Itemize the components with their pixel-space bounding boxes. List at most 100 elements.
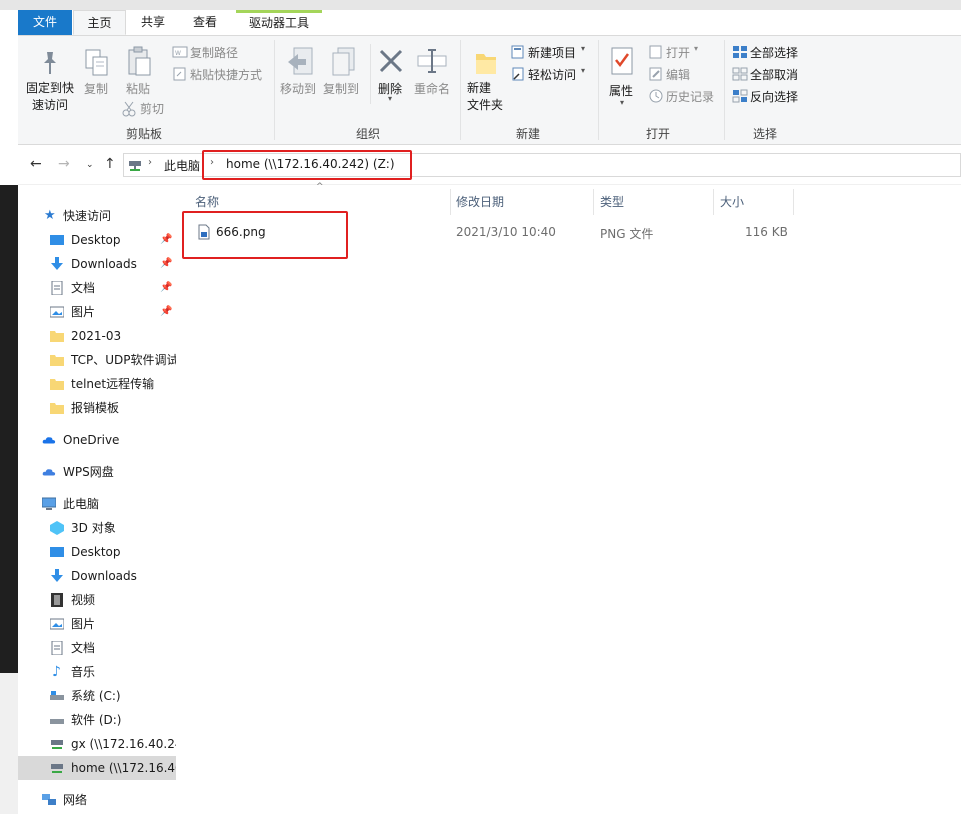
nav-label: 3D 对象 — [71, 521, 116, 535]
breadcrumb-separator-icon: › — [148, 157, 152, 168]
nav-qa-desktop[interactable]: Desktop 📌 — [18, 228, 176, 252]
nav-qa-folder[interactable]: 报销模板 — [18, 396, 176, 420]
history-button[interactable]: 历史记录 — [666, 88, 714, 105]
nav-pc-3d[interactable]: 3D 对象 — [18, 516, 176, 540]
network-drive-icon — [51, 740, 63, 749]
star-icon: ★ — [44, 208, 56, 223]
nav-label: OneDrive — [63, 433, 120, 447]
tab-home[interactable]: 主页 — [73, 10, 126, 35]
forward-arrow-icon[interactable]: → — [58, 156, 70, 172]
pin-icon[interactable]: 📌 — [160, 300, 172, 324]
ribbon-separator — [460, 40, 461, 140]
nav-onedrive[interactable]: OneDrive — [18, 428, 176, 452]
new-item-dropdown-icon[interactable]: ▾ — [581, 44, 585, 53]
properties-dropdown-icon[interactable]: ▾ — [620, 98, 624, 107]
tab-share[interactable]: 共享 — [128, 10, 178, 35]
nav-pc-drive-d[interactable]: 软件 (D:) — [18, 708, 176, 732]
pin-icon[interactable]: 📌 — [160, 276, 172, 300]
new-folder-icon — [476, 54, 496, 74]
column-header-type[interactable]: 类型 — [600, 193, 624, 210]
clipboard-group-label: 剪贴板 — [125, 127, 162, 141]
nav-pc-videos[interactable]: 视频 — [18, 588, 176, 612]
nav-label: 网络 — [63, 793, 88, 807]
new-folder-button[interactable]: 新建 文件夹 — [467, 80, 503, 114]
tab-file[interactable]: 文件 — [18, 10, 72, 35]
pin-icon[interactable]: 📌 — [160, 252, 172, 276]
nav-label: Desktop — [71, 545, 121, 559]
copy-path-icon: W — [172, 46, 188, 58]
column-header-name[interactable]: 名称 — [195, 193, 219, 210]
nav-label: 2021-03 — [71, 329, 122, 343]
pin-icon[interactable]: 📌 — [160, 228, 172, 252]
select-none-button[interactable]: 全部取消 — [750, 66, 798, 83]
new-item-button[interactable]: 新建项目 — [528, 44, 576, 61]
video-icon — [51, 593, 63, 607]
nav-this-pc[interactable]: 此电脑 — [18, 492, 176, 516]
folder-icon — [50, 331, 64, 342]
copy-to-button[interactable]: 复制到 — [323, 80, 359, 97]
breadcrumb-this-pc[interactable]: 此电脑 — [164, 157, 200, 174]
cut-button[interactable]: 剪切 — [140, 100, 164, 117]
copy-path-button[interactable]: 复制路径 — [190, 44, 238, 61]
back-arrow-icon[interactable]: ← — [30, 156, 42, 172]
column-separator[interactable] — [793, 189, 794, 215]
move-to-button[interactable]: 移动到 — [280, 80, 316, 97]
nav-qa-folder[interactable]: 2021-03 — [18, 324, 176, 348]
column-separator[interactable] — [713, 189, 714, 215]
wps-cloud-icon — [42, 469, 56, 476]
delete-dropdown-icon[interactable]: ▾ — [388, 94, 392, 103]
open-dropdown-icon[interactable]: ▾ — [694, 44, 698, 53]
copy-to-icon — [332, 47, 355, 76]
recent-locations-chevron-icon[interactable]: ⌄ — [86, 160, 94, 170]
nav-pc-network-drive-home[interactable]: home (\\172.16.40.242) — [18, 756, 176, 780]
folder-icon — [50, 355, 64, 366]
music-note-icon: ♪ — [52, 664, 61, 680]
nav-qa-folder[interactable]: TCP、UDP软件调试 — [18, 348, 176, 372]
desktop-icon — [50, 235, 64, 245]
edit-button[interactable]: 编辑 — [666, 66, 690, 83]
nav-label: 快速访问 — [63, 209, 112, 223]
background-window-light — [0, 673, 18, 814]
paste-button[interactable]: 粘贴 — [126, 80, 150, 97]
rename-button[interactable]: 重命名 — [414, 80, 450, 97]
nav-qa-folder[interactable]: telnet远程传输 — [18, 372, 176, 396]
pin-quick-access-button[interactable]: 固定到快 速访问 — [24, 80, 76, 114]
nav-label: Downloads — [71, 257, 137, 271]
background-window-strip — [0, 0, 961, 10]
nav-qa-pictures[interactable]: 图片 📌 — [18, 300, 176, 324]
nav-qa-downloads[interactable]: Downloads 📌 — [18, 252, 176, 276]
nav-pc-desktop[interactable]: Desktop — [18, 540, 176, 564]
tab-view[interactable]: 查看 — [180, 10, 230, 35]
easy-access-button[interactable]: 轻松访问 — [528, 66, 576, 83]
nav-label: WPS网盘 — [63, 465, 114, 479]
column-header-size[interactable]: 大小 — [720, 193, 744, 210]
select-all-button[interactable]: 全部选择 — [750, 44, 798, 61]
download-icon — [51, 257, 63, 270]
network-drive-icon — [51, 764, 63, 773]
invert-selection-button[interactable]: 反向选择 — [750, 88, 798, 105]
tab-drive-tools[interactable]: 驱动器工具 — [236, 10, 322, 35]
column-separator[interactable] — [450, 189, 451, 215]
new-item-icon — [511, 45, 524, 59]
easy-access-dropdown-icon[interactable]: ▾ — [581, 66, 585, 75]
paste-shortcut-button[interactable]: 粘贴快捷方式 — [190, 66, 262, 83]
nav-network[interactable]: 网络 — [18, 788, 176, 812]
column-separator[interactable] — [593, 189, 594, 215]
nav-pc-music[interactable]: ♪ 音乐 — [18, 660, 176, 684]
nav-pc-downloads[interactable]: Downloads — [18, 564, 176, 588]
nav-wps[interactable]: WPS网盘 — [18, 460, 176, 484]
nav-qa-documents[interactable]: 文档 📌 — [18, 276, 176, 300]
nav-pc-pictures[interactable]: 图片 — [18, 612, 176, 636]
select-none-icon — [732, 67, 748, 81]
up-arrow-icon[interactable]: ↑ — [104, 156, 116, 172]
column-header-modified[interactable]: 修改日期 — [456, 193, 504, 210]
nav-pc-documents[interactable]: 文档 — [18, 636, 176, 660]
delete-icon — [379, 49, 403, 73]
nav-pc-network-drive-gx[interactable]: gx (\\172.16.40.242) — [18, 732, 176, 756]
nav-pc-drive-c[interactable]: 系统 (C:) — [18, 684, 176, 708]
copy-button[interactable]: 复制 — [84, 80, 108, 97]
background-window-dark — [0, 185, 18, 673]
nav-quick-access[interactable]: ★ 快速访问 — [18, 204, 176, 228]
properties-button[interactable]: 属性 — [609, 82, 633, 99]
open-button[interactable]: 打开 — [666, 44, 690, 61]
